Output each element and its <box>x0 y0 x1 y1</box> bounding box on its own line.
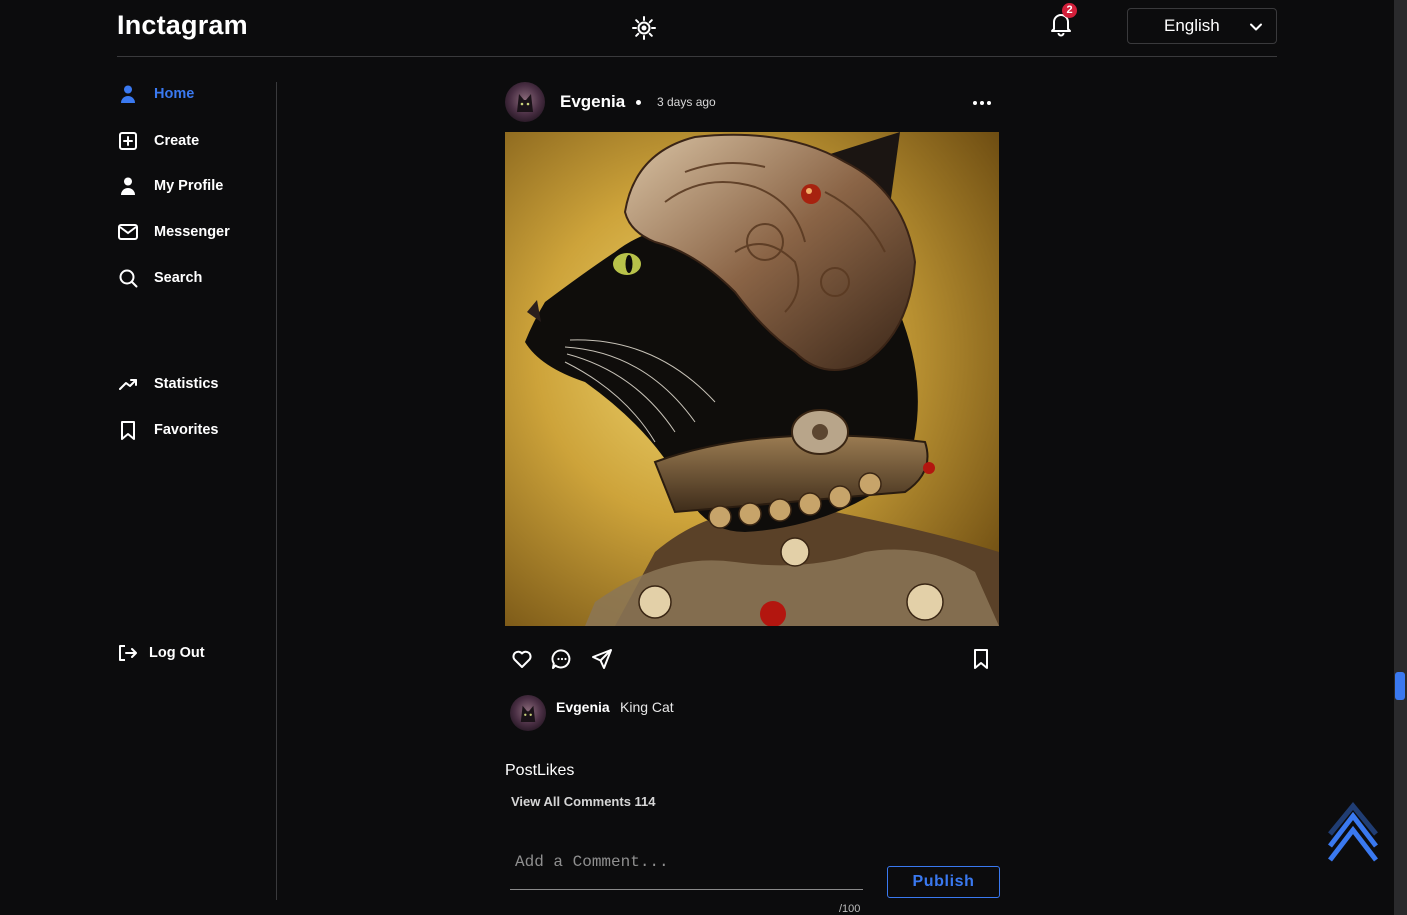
publish-button[interactable]: Publish <box>887 866 1000 898</box>
sidebar-item-statistics[interactable]: Statistics <box>117 373 218 395</box>
separator-dot <box>636 100 641 105</box>
logout-label: Log Out <box>149 645 205 661</box>
sidebar-item-label: My Profile <box>154 178 224 194</box>
heart-icon[interactable] <box>510 647 534 671</box>
post-caption: King Cat <box>620 699 674 715</box>
sidebar-item-label: Messenger <box>154 224 230 240</box>
mail-icon <box>117 221 139 243</box>
sidebar-item-create[interactable]: Create <box>117 130 199 152</box>
logout-button[interactable]: Log Out <box>117 642 205 664</box>
language-select-value: English <box>1164 16 1220 35</box>
sidebar-item-favorites[interactable]: Favorites <box>117 419 218 441</box>
caption-author-avatar[interactable] <box>510 695 546 731</box>
post-timestamp: 3 days ago <box>657 95 716 109</box>
plus-square-icon <box>117 130 139 152</box>
sidebar-item-label: Statistics <box>154 376 219 392</box>
bookmark-icon <box>117 419 139 441</box>
sidebar-item-label: Create <box>154 133 200 149</box>
post-likes: PostLikes <box>505 762 575 779</box>
notification-badge: 2 <box>1062 3 1077 18</box>
sidebar-divider <box>276 82 277 900</box>
author-avatar[interactable] <box>505 82 545 122</box>
more-options-icon[interactable] <box>970 94 994 112</box>
scroll-to-top-icon[interactable] <box>1325 798 1381 864</box>
post-author-name[interactable]: Evgenia <box>560 92 625 112</box>
scrollbar-track[interactable] <box>1394 0 1407 915</box>
bookmark-icon[interactable] <box>969 647 993 671</box>
sidebar-item-label: Favorites <box>154 422 219 438</box>
sidebar-item-label: Home <box>154 86 195 102</box>
char-counter: /100 <box>839 903 861 915</box>
app-logo[interactable]: Inctagram <box>117 10 248 41</box>
chevron-down-icon <box>1250 23 1262 31</box>
sidebar-item-label: Search <box>154 270 203 286</box>
scrollbar-thumb[interactable] <box>1395 672 1405 700</box>
comment-icon[interactable] <box>550 647 574 671</box>
sidebar-item-home[interactable]: Home <box>117 83 194 105</box>
header-divider <box>117 56 1277 57</box>
sidebar-item-search[interactable]: Search <box>117 267 202 289</box>
person-icon <box>117 83 139 105</box>
sidebar-item-messenger[interactable]: Messenger <box>117 221 230 243</box>
comment-input[interactable] <box>510 834 863 890</box>
sidebar-item-my-profile[interactable]: My Profile <box>117 175 223 197</box>
logout-icon <box>117 642 139 664</box>
person-icon <box>117 175 139 197</box>
view-all-comments-link[interactable]: View All Comments 114 <box>511 794 656 809</box>
search-icon <box>117 267 139 289</box>
trending-up-icon <box>117 373 139 395</box>
sun-icon[interactable] <box>630 14 658 42</box>
caption-author-name[interactable]: Evgenia <box>556 699 610 715</box>
language-select[interactable]: English <box>1127 8 1277 44</box>
post-image <box>505 132 999 626</box>
send-icon[interactable] <box>590 647 614 671</box>
app-root: Inctagram 2 English Home Create My Profi… <box>0 0 1407 915</box>
